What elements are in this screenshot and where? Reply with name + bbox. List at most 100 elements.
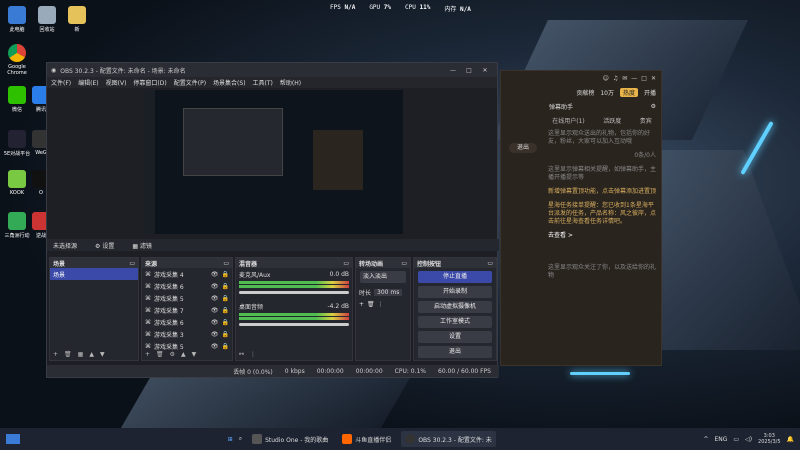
rank-label[interactable]: 贡献榜 — [576, 88, 594, 97]
duration-field[interactable]: 300 ms — [374, 288, 403, 296]
cpu-usage: CPU: 0.1% — [394, 367, 427, 375]
eye-icon[interactable]: 👁 — [211, 283, 219, 290]
taskbar-studio-one[interactable]: Studio One - 我的歌曲 — [248, 431, 332, 447]
menu-file[interactable]: 文件(F) — [51, 78, 71, 87]
settings-icon[interactable]: ⚙ — [651, 103, 656, 110]
studio-mode-button[interactable]: 工作室模式 — [418, 316, 492, 328]
desktop-icon-recycle-bin[interactable]: 回收站 — [30, 6, 64, 33]
menu-help[interactable]: 帮助(H) — [280, 78, 301, 87]
virtual-camera-button[interactable]: 启动虚拟摄像机 — [418, 301, 492, 313]
chat-message: 这里显示观众送出的礼物，包括你的好友，粉丝，大家可以加入互动哦 — [548, 130, 651, 145]
filters-button[interactable]: ▦ 滤镜 — [132, 241, 152, 250]
maximize-icon[interactable]: □ — [461, 67, 477, 74]
dock-menu-icon[interactable]: ▭ — [223, 260, 229, 267]
taskbar-douyu[interactable]: 斗鱼直播伴侣 — [338, 431, 395, 447]
delete-icon[interactable]: 🗑 — [156, 351, 164, 358]
add-icon[interactable]: + — [359, 301, 364, 308]
gear-icon[interactable]: ⚙ — [170, 351, 175, 358]
close-icon[interactable]: ✕ — [651, 75, 656, 82]
scene-item[interactable]: 场景 — [50, 268, 138, 280]
end-button[interactable]: 退出 — [509, 143, 537, 153]
preview-canvas[interactable] — [143, 90, 403, 234]
lock-icon[interactable]: 🔒 — [222, 319, 229, 326]
dock-menu-icon[interactable]: ▭ — [343, 260, 349, 267]
headset-icon[interactable]: ♫ — [613, 75, 618, 82]
menu-edit[interactable]: 编辑(E) — [78, 78, 98, 87]
menu-tools[interactable]: 工具(T) — [253, 78, 273, 87]
stop-streaming-button[interactable]: 停止直播 — [418, 271, 492, 283]
tab-online-users[interactable]: 在线用户(1) — [552, 116, 585, 125]
tab-vip[interactable]: 贵宾 — [640, 116, 652, 125]
lock-icon[interactable]: 🔒 — [222, 331, 229, 338]
tray-chevron-icon[interactable]: ^ — [703, 436, 708, 443]
notification-icon[interactable]: 🔔 — [787, 436, 794, 443]
close-icon[interactable]: ✕ — [477, 67, 493, 74]
dock-menu-icon[interactable]: ▭ — [401, 260, 407, 267]
eye-icon[interactable]: 👁 — [211, 343, 219, 350]
chat-icon[interactable]: ✉ — [622, 75, 627, 82]
desktop-icon-this-pc[interactable]: 此电脑 — [0, 6, 34, 33]
eye-icon[interactable]: 👁 — [211, 295, 219, 302]
delete-icon[interactable]: 🗑 — [367, 301, 375, 308]
exit-button[interactable]: 退出 — [418, 346, 492, 358]
volume-icon[interactable]: ◁) — [745, 436, 752, 443]
menu-scene-collection[interactable]: 场景集合(S) — [213, 78, 246, 87]
properties-button[interactable]: ⚙ 设置 — [95, 241, 114, 250]
lock-icon[interactable]: 🔒 — [222, 283, 229, 290]
more-icon[interactable]: ⋮ — [378, 301, 384, 308]
menu-profile[interactable]: 配置文件(P) — [174, 78, 206, 87]
lock-icon[interactable]: 🔒 — [222, 271, 229, 278]
more-icon[interactable]: ⋮ — [250, 351, 256, 358]
down-icon[interactable]: ▼ — [192, 351, 197, 358]
volume-slider[interactable] — [239, 291, 349, 294]
maximize-icon[interactable]: □ — [641, 75, 647, 82]
face-icon[interactable]: ☺ — [603, 75, 609, 82]
filter-icon[interactable]: ▦ — [78, 351, 84, 358]
game-capture-icon: ⌘ — [145, 342, 151, 350]
eye-icon[interactable]: 👁 — [211, 271, 219, 278]
up-icon[interactable]: ▲ — [181, 351, 186, 358]
source-item[interactable]: ⌘ 游戏采集 3 👁 🔒 — [142, 328, 232, 340]
transition-select[interactable]: 淡入淡出 — [360, 271, 406, 283]
view-link[interactable]: 去查看 > — [543, 229, 661, 243]
lock-icon[interactable]: 🔒 — [222, 307, 229, 314]
start-recording-button[interactable]: 开始录制 — [418, 286, 492, 298]
eye-icon[interactable]: 👁 — [211, 307, 219, 314]
clock[interactable]: 3:03 2025/3/5 — [758, 433, 780, 445]
add-icon[interactable]: + — [145, 351, 150, 358]
dock-menu-icon[interactable]: ▭ — [129, 260, 135, 267]
tab-activity[interactable]: 活跃度 — [603, 116, 621, 125]
desktop-icon-chrome[interactable]: Google Chrome — [0, 44, 34, 76]
settings-button[interactable]: 设置 — [418, 331, 492, 343]
language-indicator[interactable]: ENG — [714, 436, 727, 443]
widgets-icon[interactable] — [6, 434, 20, 444]
up-icon[interactable]: ▲ — [89, 351, 94, 358]
chat-message[interactable]: 新增弹幕置顶功能，点击弹幕添加进置顶 — [543, 185, 661, 199]
start-icon[interactable]: ⊞ — [228, 436, 233, 443]
minimize-icon[interactable]: — — [445, 67, 461, 74]
menu-view[interactable]: 视图(V) — [106, 78, 127, 87]
menu-docks[interactable]: 停靠窗口(D) — [133, 78, 166, 87]
dock-menu-icon[interactable]: ▭ — [487, 260, 493, 267]
desktop-icon-folder[interactable]: 新 — [60, 6, 94, 33]
network-icon[interactable]: ▭ — [733, 436, 739, 443]
volume-slider[interactable] — [239, 323, 349, 326]
add-icon[interactable]: + — [53, 351, 58, 358]
source-item[interactable]: ⌘ 游戏采集 6 👁 🔒 — [142, 316, 232, 328]
source-item[interactable]: ⌘ 游戏采集 6 👁 🔒 — [142, 280, 232, 292]
taskbar-obs[interactable]: OBS 30.2.3 - 配置文件: 未 — [401, 431, 496, 447]
delete-icon[interactable]: 🗑 — [64, 351, 72, 358]
source-item[interactable]: ⌘ 游戏采集 7 👁 🔒 — [142, 304, 232, 316]
eye-icon[interactable]: 👁 — [211, 331, 219, 338]
follow-label[interactable]: 开播 — [644, 88, 656, 97]
lock-icon[interactable]: 🔒 — [222, 295, 229, 302]
eye-icon[interactable]: 👁 — [211, 319, 219, 326]
link-icon[interactable]: ⚯ — [239, 351, 244, 358]
minimize-icon[interactable]: — — [631, 75, 637, 82]
source-item[interactable]: ⌘ 游戏采集 4 👁 🔒 — [142, 268, 232, 280]
source-item[interactable]: ⌘ 游戏采集 5 👁 🔒 — [142, 292, 232, 304]
down-icon[interactable]: ▼ — [100, 351, 105, 358]
lock-icon[interactable]: 🔒 — [222, 343, 229, 350]
taskbar: ⊞ ⌕ Studio One - 我的歌曲 斗鱼直播伴侣 OBS 30.2.3 … — [0, 428, 800, 450]
search-icon[interactable]: ⌕ — [239, 435, 242, 443]
